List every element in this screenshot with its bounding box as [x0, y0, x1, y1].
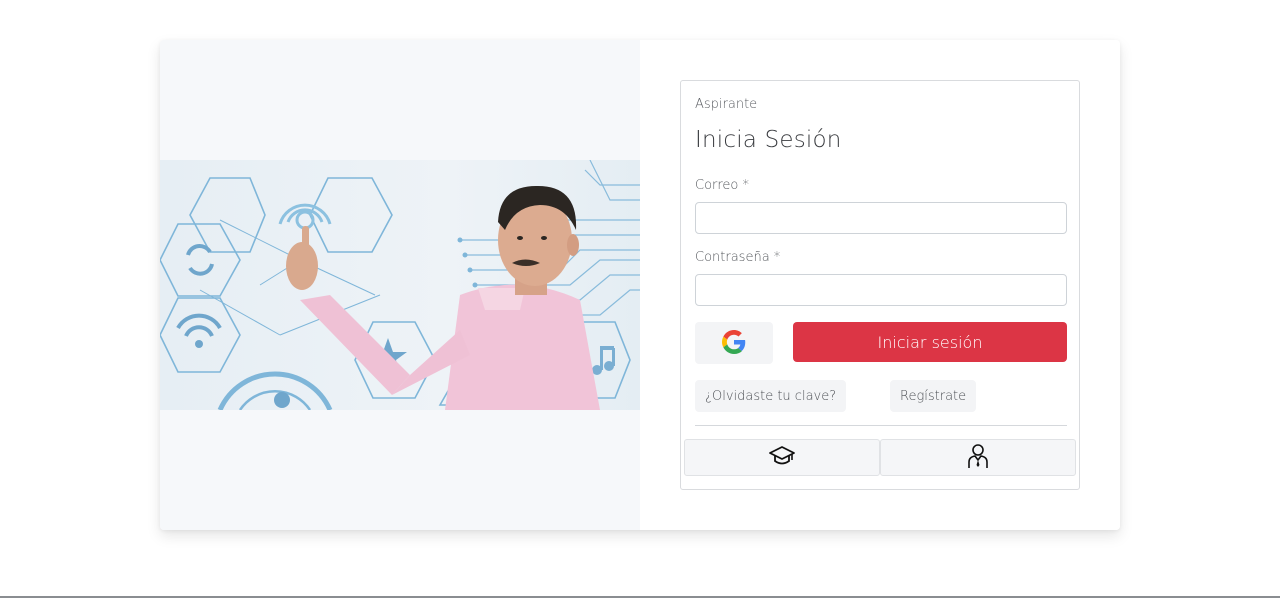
login-card: Aspirante Inicia Sesión Correo * Contras…	[160, 40, 1120, 530]
google-login-button[interactable]	[695, 322, 773, 364]
role-tab-student[interactable]	[684, 439, 880, 476]
login-submit-button[interactable]: Iniciar sesión	[793, 322, 1067, 362]
password-field[interactable]	[695, 274, 1067, 306]
login-form: Aspirante Inicia Sesión Correo * Contras…	[680, 80, 1080, 490]
email-label: Correo *	[695, 178, 750, 193]
role-tab-staff[interactable]	[880, 439, 1076, 476]
graduation-cap-icon	[769, 445, 795, 471]
register-link[interactable]: Regístrate	[890, 380, 977, 412]
illustration-panel	[160, 40, 640, 530]
hero-image	[160, 160, 640, 410]
email-field[interactable]	[695, 202, 1067, 234]
page-title: Inicia Sesión	[695, 127, 842, 153]
login-panel: Aspirante Inicia Sesión Correo * Contras…	[640, 40, 1120, 530]
password-label: Contraseña *	[695, 250, 781, 265]
divider	[695, 425, 1067, 426]
role-label: Aspirante	[695, 97, 758, 112]
forgot-password-link[interactable]: ¿Olvidaste tu clave?	[695, 380, 847, 412]
person-tie-icon	[967, 443, 989, 473]
google-icon	[722, 329, 746, 357]
